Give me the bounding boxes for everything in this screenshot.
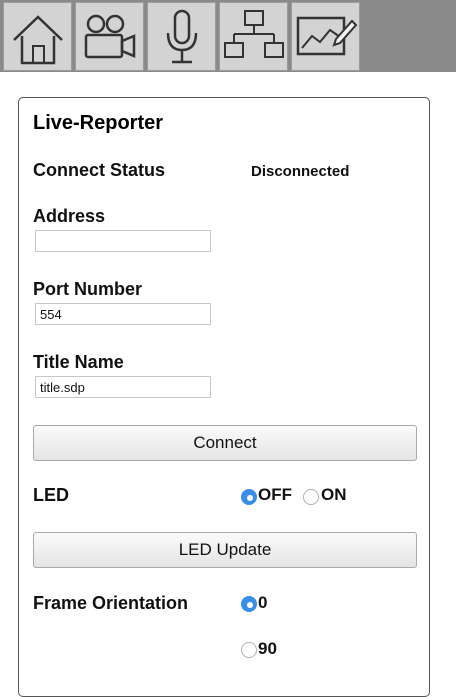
led-off-label: OFF [258, 485, 292, 504]
home-icon [13, 15, 63, 65]
live-reporter-panel: Live-Reporter Connect Status Disconnecte… [18, 97, 430, 697]
network-button[interactable] [219, 2, 288, 71]
orientation-90-label: 90 [258, 639, 277, 658]
panel-title: Live-Reporter [33, 112, 164, 134]
orientation-0-label: 0 [258, 593, 268, 612]
orientation-90-radio[interactable] [241, 642, 257, 658]
title-name-input[interactable] [35, 376, 211, 398]
connect-status-value: Disconnected [251, 163, 350, 180]
connect-status-label: Connect Status [33, 160, 166, 180]
connect-button[interactable]: Connect [33, 425, 417, 461]
home-button[interactable] [3, 2, 72, 71]
camera-button[interactable] [75, 2, 144, 71]
led-on-radio[interactable] [303, 489, 319, 505]
title-name-label: Title Name [33, 352, 124, 372]
led-on-label: ON [321, 485, 347, 504]
led-update-button[interactable]: LED Update [33, 532, 417, 568]
network-icon [224, 10, 284, 58]
led-label: LED [33, 485, 69, 505]
toolbar [0, 0, 456, 72]
port-number-input[interactable] [35, 303, 211, 325]
microphone-button[interactable] [147, 2, 216, 71]
frame-orientation-label: Frame Orientation [33, 593, 189, 613]
chart-edit-icon [296, 16, 358, 56]
chart-button[interactable] [291, 2, 360, 71]
led-off-radio[interactable] [241, 489, 257, 505]
address-label: Address [33, 206, 106, 226]
orientation-0-radio[interactable] [241, 596, 257, 612]
video-camera-icon [84, 14, 136, 59]
port-number-label: Port Number [33, 279, 143, 299]
microphone-icon [166, 9, 198, 64]
address-input[interactable] [35, 230, 211, 252]
